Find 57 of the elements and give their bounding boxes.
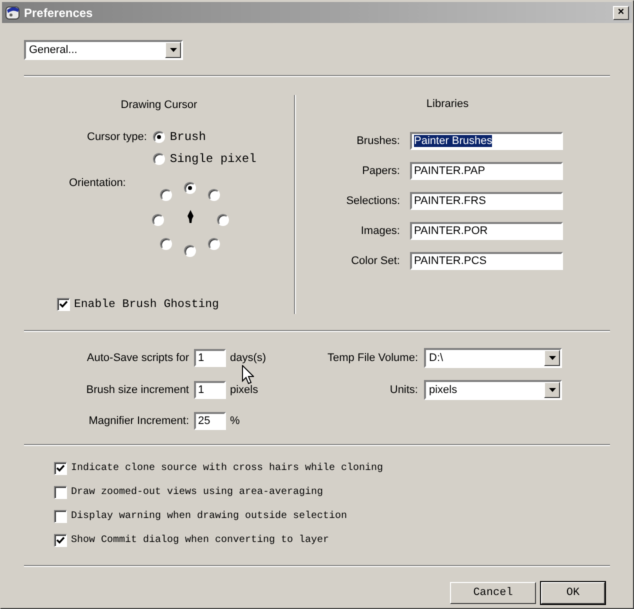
- checkbox-label: Show Commit dialog when converting to layer: [71, 534, 330, 546]
- radio-button[interactable]: [152, 214, 164, 226]
- checkbox-label: Enable Brush Ghosting: [74, 298, 219, 310]
- section-title: Drawing Cursor: [120, 99, 198, 111]
- input-field[interactable]: PAINTER.PAP: [410, 162, 563, 180]
- radio-button[interactable]: [184, 245, 196, 257]
- mouse-pointer-icon: [242, 365, 254, 385]
- checkbox[interactable]: [57, 298, 70, 310]
- dialog-button[interactable]: Cancel: [450, 582, 536, 604]
- radio-button[interactable]: [160, 189, 172, 201]
- checkbox[interactable]: [54, 510, 67, 522]
- field-label: Brushes:: [356, 135, 400, 147]
- field-label: Temp File Volume:: [326, 352, 419, 364]
- dropdown[interactable]: D:\: [424, 348, 562, 368]
- input-field[interactable]: PAINTER.FRS: [410, 192, 563, 210]
- category-dropdown[interactable]: General...: [24, 40, 183, 60]
- input-field[interactable]: 25: [194, 412, 226, 430]
- field-label: Units:: [388, 384, 419, 396]
- close-button[interactable]: ×: [613, 6, 629, 20]
- checkbox[interactable]: [54, 486, 67, 498]
- radio-label: Single pixel: [170, 152, 256, 166]
- field-label: Selections:: [345, 195, 400, 207]
- radio-button[interactable]: [152, 131, 165, 143]
- input-field[interactable]: 1: [194, 381, 226, 399]
- field-label: Magnifier Increment:: [88, 415, 190, 427]
- checkbox[interactable]: [54, 534, 67, 546]
- checkbox[interactable]: [54, 462, 67, 474]
- field-label: Images:: [360, 225, 400, 237]
- radio-button[interactable]: [160, 238, 172, 250]
- section-title: Libraries: [425, 98, 470, 110]
- cursor-type-label: Cursor type:: [87, 131, 147, 143]
- dropdown[interactable]: pixels: [424, 380, 562, 400]
- input-field[interactable]: 1: [194, 349, 226, 367]
- checkbox-label: Indicate clone source with cross hairs while cloning: [71, 462, 384, 474]
- checkbox-label: Display warning when drawing outside selection: [71, 510, 348, 522]
- input-field[interactable]: Painter Brushes: [410, 132, 563, 150]
- radio-label: Brush: [170, 130, 206, 144]
- input-field[interactable]: PAINTER.POR: [410, 222, 563, 240]
- checkbox-label: Draw zoomed-out views using area-averaging: [71, 486, 324, 498]
- radio-button[interactable]: [152, 153, 165, 165]
- radio-button[interactable]: [208, 189, 220, 201]
- radio-button[interactable]: [208, 238, 220, 250]
- field-label: Color Set:: [350, 255, 400, 267]
- unit-label: pixels: [229, 384, 260, 396]
- app-icon: [5, 4, 21, 20]
- unit-label: %: [229, 415, 241, 427]
- orientation-label: Orientation:: [69, 177, 126, 189]
- dialog-button[interactable]: OK: [541, 582, 605, 604]
- field-label: Papers:: [361, 165, 400, 177]
- field-label: Auto-Save scripts for: [86, 352, 190, 364]
- window-title: Preferences: [24, 6, 94, 20]
- field-label: Brush size increment: [85, 384, 190, 396]
- input-field[interactable]: PAINTER.PCS: [410, 252, 563, 270]
- pen-nib-icon: [187, 210, 194, 223]
- unit-label: days(s): [229, 352, 268, 364]
- radio-button[interactable]: [184, 182, 196, 194]
- radio-button[interactable]: [217, 214, 229, 226]
